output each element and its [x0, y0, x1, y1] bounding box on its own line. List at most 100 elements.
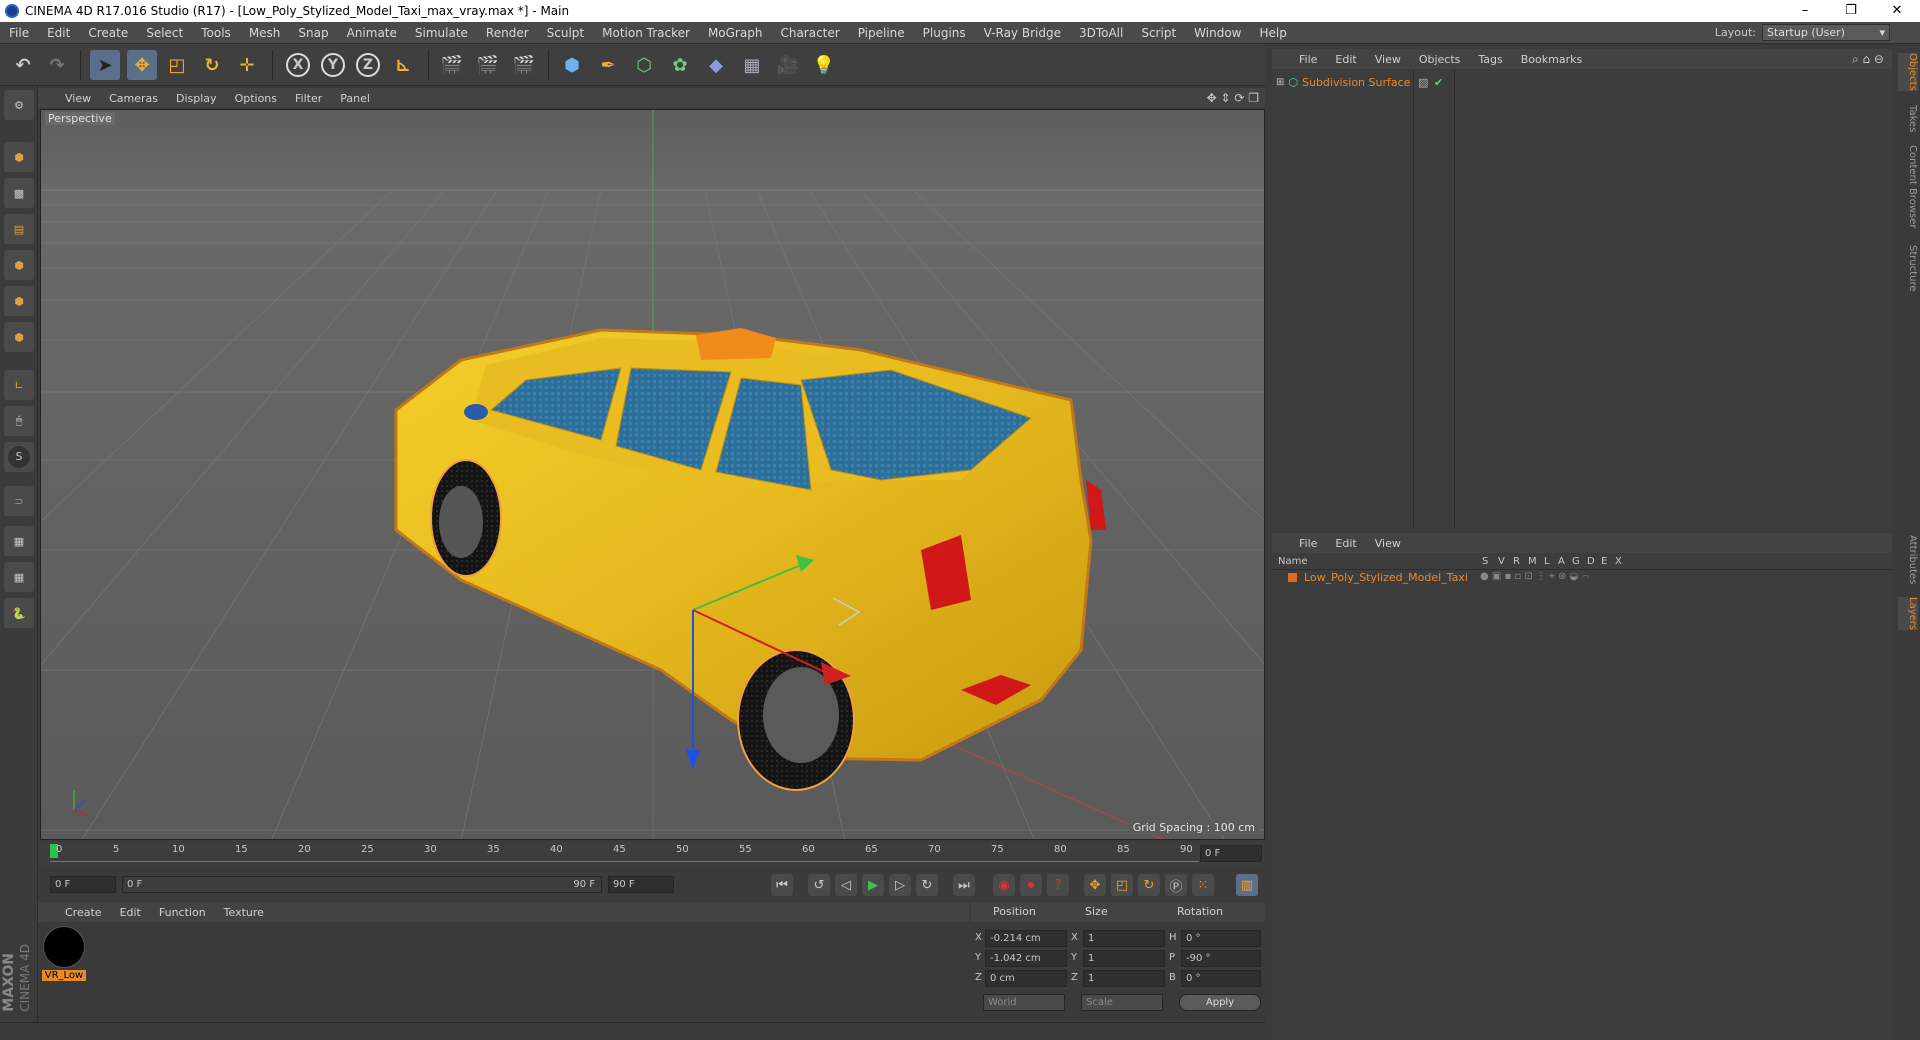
om-menu-tags[interactable]: Tags	[1469, 53, 1511, 66]
add-floor-button[interactable]: ▦	[737, 50, 767, 80]
rotate-tool-button[interactable]: ↻	[197, 50, 227, 80]
om-menu-file[interactable]: File	[1290, 53, 1326, 66]
add-light-button[interactable]: 💡	[809, 50, 839, 80]
add-deformer-button[interactable]: ◆	[701, 50, 731, 80]
menu-animate[interactable]: Animate	[338, 26, 406, 40]
layer-toggle-icons[interactable]: ● ▣ ▪ ▫ ⊡ ⋮ ⌖ ⊛ ◒ ⌒	[1480, 571, 1589, 582]
record-button[interactable]: ◉	[993, 874, 1015, 896]
tab-takes[interactable]: Takes	[1898, 105, 1918, 132]
perspective-viewport[interactable]: Perspective Grid Spacing : 100 cm	[40, 109, 1265, 840]
viewport-menu-filter[interactable]: Filter	[286, 92, 331, 105]
lm-menu-edit[interactable]: Edit	[1326, 537, 1365, 550]
rotation-h-field[interactable]: 0 °	[1181, 930, 1261, 947]
layer-row[interactable]: Low_Poly_Stylized_Model_Taxi ● ▣ ▪ ▫ ⊡ ⋮…	[1272, 571, 1892, 585]
scale-tool-button[interactable]: ◰	[162, 50, 192, 80]
rotation-p-field[interactable]: -90 °	[1181, 950, 1261, 967]
menu-character[interactable]: Character	[771, 26, 848, 40]
tab-layers[interactable]: Layers	[1898, 597, 1918, 631]
object-row[interactable]: ⊞ ⬡ Subdivision Surface ▨ ✔	[1272, 74, 1892, 90]
tab-objects[interactable]: Objects	[1898, 53, 1918, 91]
viewport-nav-icons[interactable]: ✥ ⇕ ⟳ ❐	[1207, 91, 1259, 105]
layout-dropdown[interactable]: Startup (User)	[1762, 24, 1890, 41]
add-nurbs-button[interactable]: ⬡	[629, 50, 659, 80]
om-menu-objects[interactable]: Objects	[1410, 53, 1470, 66]
prev-frame-button[interactable]: ◁	[835, 874, 857, 896]
apply-button[interactable]: Apply	[1179, 994, 1261, 1011]
menu-sculpt[interactable]: Sculpt	[538, 26, 593, 40]
current-frame-field[interactable]: 0 F	[1200, 845, 1262, 862]
om-menu-view[interactable]: View	[1366, 53, 1410, 66]
menu-plugins[interactable]: Plugins	[914, 26, 975, 40]
tab-structure[interactable]: Structure	[1898, 245, 1918, 292]
frame-range-slider[interactable]: 0 F 90 F	[122, 876, 602, 893]
add-spline-button[interactable]: ✒	[593, 50, 623, 80]
lm-menu-file[interactable]: File	[1290, 537, 1326, 550]
menu-tools[interactable]: Tools	[192, 26, 240, 40]
viewport-menu-panel[interactable]: Panel	[331, 92, 379, 105]
transform-tool-button[interactable]: ✛	[232, 50, 262, 80]
key-param-button[interactable]: Ⓟ	[1165, 874, 1187, 896]
timeline-ruler[interactable]: 0 5 10 15 20 25 30 35 40 45 50 55 60 65 …	[38, 842, 1265, 866]
select-tool-button[interactable]: ➤	[90, 50, 120, 80]
python-button[interactable]: 🐍	[4, 598, 34, 628]
position-x-field[interactable]: -0.214 cm	[985, 930, 1067, 947]
menu-window[interactable]: Window	[1185, 26, 1250, 40]
key-scale-button[interactable]: ◰	[1111, 874, 1133, 896]
menu-help[interactable]: Help	[1250, 26, 1295, 40]
render-view-button[interactable]: 🎬	[437, 50, 467, 80]
menu-simulate[interactable]: Simulate	[406, 26, 477, 40]
material-menu-texture[interactable]: Texture	[215, 906, 273, 919]
start-frame-field[interactable]: 0 F	[50, 876, 116, 893]
model-mode-button[interactable]: ⬢	[4, 142, 34, 172]
rotation-b-field[interactable]: 0 °	[1181, 970, 1261, 987]
expand-icon[interactable]: ⊞	[1276, 77, 1284, 88]
tab-attributes[interactable]: Attributes	[1898, 535, 1918, 584]
magnet-button[interactable]: ⊃	[4, 486, 34, 516]
size-z-field[interactable]: 1	[1083, 970, 1165, 987]
object-name[interactable]: Subdivision Surface	[1302, 76, 1410, 89]
size-mode-dropdown[interactable]: Scale	[1081, 994, 1163, 1011]
workplane-align-button[interactable]: ▦	[4, 562, 34, 592]
maximize-button[interactable]: ❐	[1828, 0, 1874, 22]
menu-motion-tracker[interactable]: Motion Tracker	[593, 26, 699, 40]
viewport-menu-display[interactable]: Display	[167, 92, 226, 105]
snap-button[interactable]: S	[4, 442, 34, 472]
minimize-button[interactable]: –	[1782, 0, 1828, 22]
menu-file[interactable]: File	[0, 26, 38, 40]
viewport-menu-cameras[interactable]: Cameras	[100, 92, 167, 105]
render-picture-viewer-button[interactable]: 🎬	[473, 50, 503, 80]
menu-edit[interactable]: Edit	[38, 26, 79, 40]
goto-end-button[interactable]: ⏭	[953, 874, 975, 896]
next-frame-button[interactable]: ▷	[889, 874, 911, 896]
render-settings-button[interactable]: 🎬	[509, 50, 539, 80]
prev-key-button[interactable]: ↺	[808, 874, 830, 896]
tweak-mode-button[interactable]: 🖱	[4, 406, 34, 436]
add-cube-button[interactable]: ⬢	[557, 50, 587, 80]
redo-button[interactable]: ↷	[42, 50, 72, 80]
points-mode-button[interactable]: ⬢	[4, 250, 34, 280]
menu-script[interactable]: Script	[1132, 26, 1185, 40]
lock-workplane-button[interactable]: ▦	[4, 526, 34, 556]
y-axis-lock-button[interactable]: Y	[318, 50, 348, 80]
menu-select[interactable]: Select	[137, 26, 192, 40]
lm-menu-view[interactable]: View	[1366, 537, 1410, 550]
timeline-window-button[interactable]: ▥	[1236, 874, 1258, 896]
viewport-menu-options[interactable]: Options	[226, 92, 286, 105]
menu-mograph[interactable]: MoGraph	[699, 26, 772, 40]
axis-mode-button[interactable]: ∟	[4, 370, 34, 400]
workplane-mode-button[interactable]: ▤	[4, 214, 34, 244]
play-button[interactable]: ▶	[862, 874, 884, 896]
x-axis-lock-button[interactable]: X	[283, 50, 313, 80]
edges-mode-button[interactable]: ⬢	[4, 286, 34, 316]
goto-start-button[interactable]: ⏮	[771, 874, 793, 896]
key-position-button[interactable]: ✥	[1084, 874, 1106, 896]
menu-create[interactable]: Create	[79, 26, 137, 40]
om-menu-edit[interactable]: Edit	[1326, 53, 1365, 66]
material-swatch[interactable]: VR_Low	[42, 926, 86, 984]
coordinate-mode-dropdown[interactable]: World	[983, 994, 1065, 1011]
next-key-button[interactable]: ↻	[916, 874, 938, 896]
key-rotation-button[interactable]: ↻	[1138, 874, 1160, 896]
close-button[interactable]: ✕	[1874, 0, 1920, 22]
position-y-field[interactable]: -1.042 cm	[985, 950, 1067, 967]
key-pla-button[interactable]: ⁙	[1192, 874, 1214, 896]
